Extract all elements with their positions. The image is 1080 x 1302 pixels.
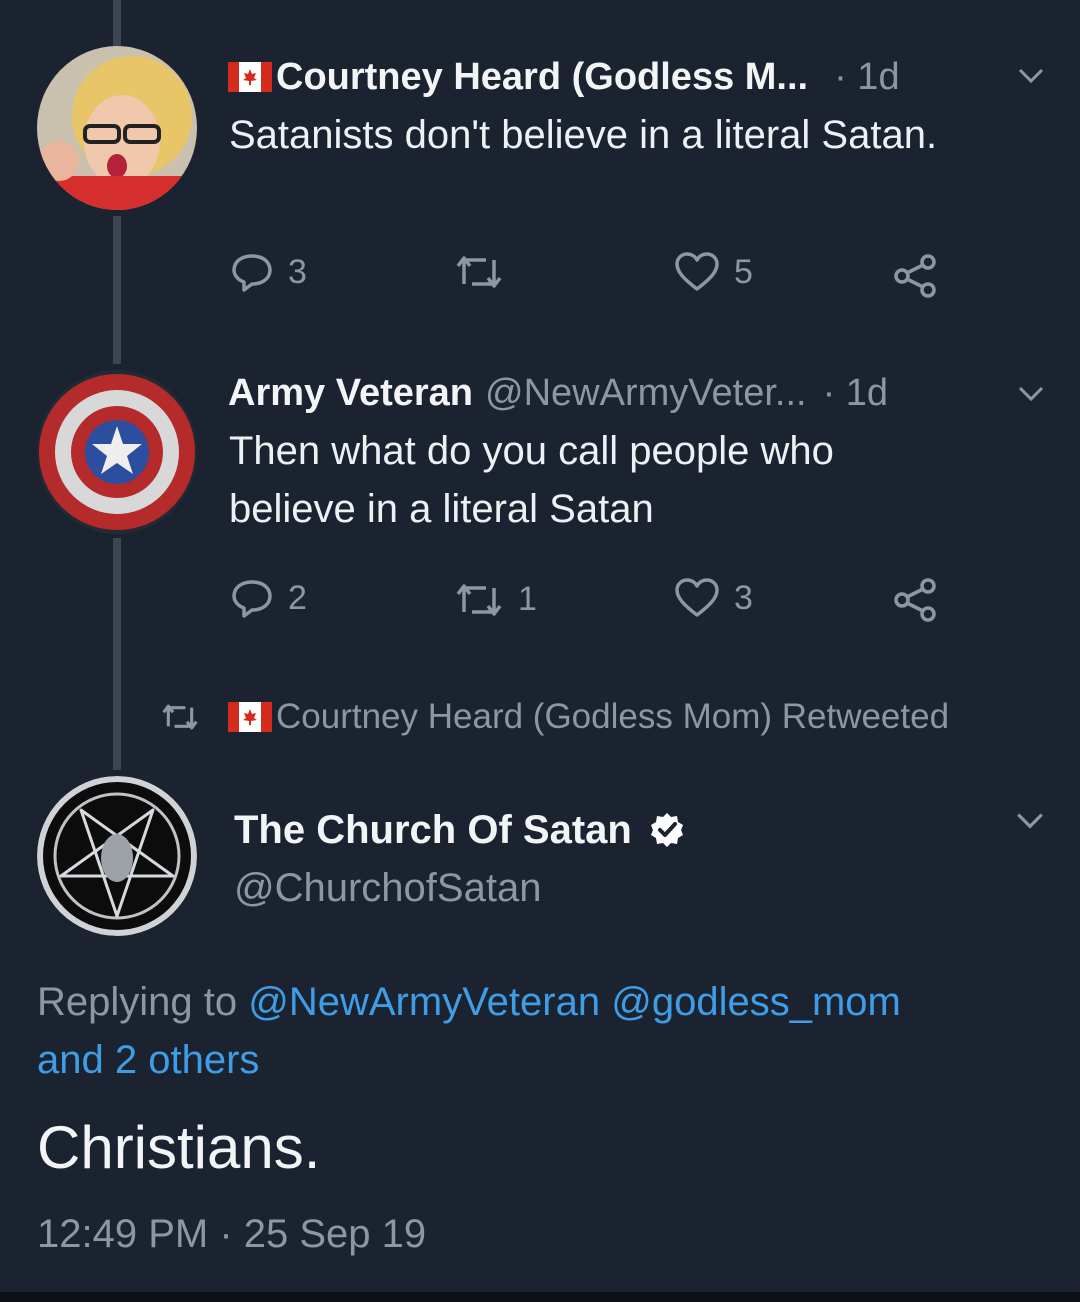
army-veteran-avatar[interactable] [37,370,197,534]
tweet1-retweet-button[interactable] [454,254,518,290]
courtney-avatar[interactable] [37,46,197,210]
mention-godless-mom[interactable]: @godless_mom [611,980,901,1024]
tweet2-time: · 1d [822,371,889,414]
tweet1-chevron-down-icon[interactable] [1016,66,1046,86]
tweet1-like-count: 5 [734,252,753,291]
tweet2-author-handle[interactable]: @NewArmyVeter... [485,372,807,415]
tweet2-header: Army Veteran @NewArmyVeter... · 1d [228,368,888,418]
tweet2-text-line2: believe in a literal Satan [229,487,654,531]
tweet2-like-count: 3 [734,578,753,617]
tweet2-reply-button[interactable]: 2 [230,578,307,618]
retweet-icon [162,704,198,730]
tweet2-reply-count: 2 [288,578,307,617]
tweet2-like-button[interactable]: 3 [674,578,753,618]
replying-to-line: Replying to @NewArmyVeteran @godless_mom [37,976,901,1028]
main-tweet-chevron-down-icon[interactable] [1014,810,1046,832]
tweet2-retweet-button[interactable]: 1 [454,580,537,619]
mention-newarmyveteran[interactable]: @NewArmyVeteran [248,980,600,1024]
tweet1-author-name[interactable]: Courtney Heard (Godless M... [276,56,808,99]
verified-badge-icon [650,813,683,847]
canada-flag-icon [228,62,272,92]
main-tweet-author-name[interactable]: The Church Of Satan [234,808,632,853]
tweet1-reply-count: 3 [288,252,307,291]
canada-flag-icon [228,702,272,732]
heart-icon [675,252,719,291]
retweet-icon [456,256,502,288]
tweet1-reply-button[interactable]: 3 [230,252,307,292]
reply-icon [232,254,272,292]
tweet2-author-name[interactable]: Army Veteran [228,372,473,415]
tweet1-time: · 1d [834,55,900,98]
retweet-banner-text[interactable]: Courtney Heard (Godless Mom) Retweeted [276,697,949,737]
replying-to-label: Replying to [37,980,238,1024]
main-tweet-timestamp: 12:49 PM · 25 Sep 19 [37,1212,427,1256]
mention-and-others[interactable]: and 2 others [37,1034,259,1086]
church-of-satan-avatar[interactable] [37,776,197,936]
retweet-icon [456,583,502,616]
thread-line-middle [113,216,121,364]
main-tweet-author-handle[interactable]: @ChurchofSatan [234,866,541,911]
bottom-edge [0,1292,1080,1302]
reply-icon [232,580,272,618]
tweet1-like-button[interactable]: 5 [674,252,753,292]
tweet2-text-line1: Then what do you call people who [229,429,834,473]
tweet2-retweet-count: 1 [518,580,537,618]
tweet2-share-icon[interactable] [890,576,940,622]
heart-icon [675,578,719,617]
tweet1-text: Satanists don't believe in a literal Sat… [229,113,938,157]
thread-line-top [113,0,121,46]
tweet1-header: Courtney Heard (Godless M... · 1d [228,52,900,102]
main-tweet-text: Christians. [37,1114,321,1181]
tweet1-share-icon[interactable] [890,252,940,298]
main-tweet-header: The Church Of Satan [234,804,686,856]
tweet2-chevron-down-icon[interactable] [1016,384,1046,404]
thread-line-lower [113,538,121,770]
retweet-banner: Courtney Heard (Godless Mom) Retweeted [160,694,949,740]
